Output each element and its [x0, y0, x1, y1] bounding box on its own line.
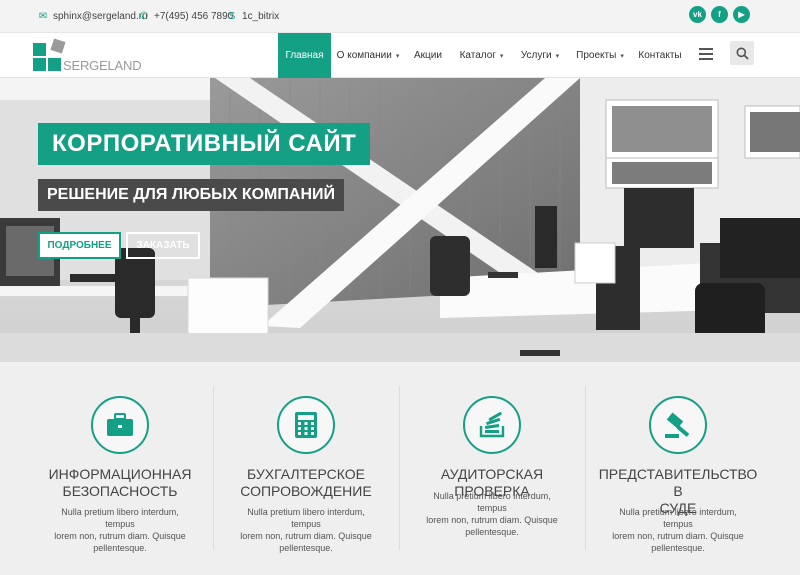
chevron-down-icon: ▾ — [620, 52, 624, 60]
text-line: lorem non, rutrum diam. Quisque — [426, 515, 558, 525]
nav-label: О компании — [336, 50, 392, 61]
facebook-label: f — [718, 10, 721, 19]
envelope-icon: ✉ — [38, 11, 48, 22]
text-line: lorem non, rutrum diam. Quisque — [612, 531, 744, 541]
service-item-accounting[interactable]: БУХГАЛТЕРСКОЕ СОПРОВОЖДЕНИЕ Nulla pretiu… — [213, 362, 399, 575]
briefcase-icon — [91, 396, 149, 454]
nav-item-home[interactable]: Главная — [278, 33, 331, 78]
search-button[interactable] — [730, 41, 754, 65]
hero-office-image — [0, 78, 800, 362]
text-line: Nulla pretium libero interdum, tempus — [61, 507, 179, 529]
nav-item-promotions[interactable]: Акции — [407, 33, 449, 78]
phone-icon: ✆ — [139, 11, 149, 22]
nav-item-catalog[interactable]: Каталог ▾ — [453, 33, 510, 78]
vk-icon[interactable]: vk — [689, 6, 706, 23]
nav-label: Контакты — [638, 50, 682, 61]
title-line: ПРЕДСТАВИТЕЛЬСТВО В — [598, 466, 758, 499]
service-title: БУХГАЛТЕРСКОЕ СОПРОВОЖДЕНИЕ — [223, 466, 389, 500]
more-button[interactable]: ПОДРОБНЕЕ — [38, 232, 121, 259]
title-line: БЕЗОПАСНОСТЬ — [62, 483, 178, 499]
nav-item-services[interactable]: Услуги ▾ — [514, 33, 566, 78]
services-section: ИНФОРМАЦИОННАЯ БЕЗОПАСНОСТЬ Nulla pretiu… — [0, 362, 800, 575]
nav-label: Акции — [414, 50, 442, 61]
nav-label: Услуги — [520, 50, 552, 61]
nav-label: Каталог — [459, 50, 496, 61]
chevron-down-icon: ▾ — [499, 52, 504, 60]
nav-item-projects[interactable]: Проекты ▾ — [570, 33, 630, 78]
service-item-security[interactable]: ИНФОРМАЦИОННАЯ БЕЗОПАСНОСТЬ Nulla pretiu… — [27, 362, 213, 575]
youtube-label: ▶ — [738, 10, 745, 19]
phone-text: +7(495) 456 7890 — [154, 11, 234, 22]
text-line: pellentesque. — [465, 527, 519, 537]
text-line: Nulla pretium libero interdum, tempus — [433, 491, 551, 513]
youtube-icon[interactable]: ▶ — [733, 6, 750, 23]
logo-text: SERGELAND — [63, 58, 142, 73]
service-text: Nulla pretium libero interdum, tempus lo… — [235, 506, 377, 554]
chevron-down-icon: ▾ — [555, 52, 560, 60]
contact-skype[interactable]: S 1c_bitrix — [227, 11, 280, 22]
order-button[interactable]: ЗАКАЗАТЬ — [126, 232, 200, 259]
text-line: pellentesque. — [279, 543, 333, 553]
service-title: ИНФОРМАЦИОННАЯ БЕЗОПАСНОСТЬ — [37, 466, 203, 500]
service-item-court[interactable]: ПРЕДСТАВИТЕЛЬСТВО В СУДЕ Nulla pretium l… — [585, 362, 771, 575]
title-line: ИНФОРМАЦИОННАЯ — [48, 466, 192, 482]
vk-label: vk — [693, 10, 702, 19]
hamburger-icon[interactable] — [699, 48, 713, 60]
text-line: Nulla pretium libero interdum, tempus — [247, 507, 365, 529]
nav-label: Главная — [285, 50, 324, 61]
skype-text: 1c_bitrix — [242, 11, 280, 22]
stack-icon — [463, 396, 521, 454]
chevron-down-icon: ▾ — [395, 52, 400, 60]
hero-subtitle: РЕШЕНИЕ ДЛЯ ЛЮБЫХ КОМПАНИЙ — [38, 179, 344, 211]
service-item-audit[interactable]: АУДИТОРСКАЯ ПРОВЕРКА Nulla pretium liber… — [399, 362, 585, 575]
title-line: СОПРОВОЖДЕНИЕ — [240, 483, 372, 499]
top-bar: ✉ sphinx@sergeland.ru ✆ +7(495) 456 7890… — [0, 0, 800, 33]
service-text: Nulla pretium libero interdum, tempus lo… — [421, 490, 563, 538]
text-line: pellentesque. — [651, 543, 705, 553]
hero-title: КОРПОРАТИВНЫЙ САЙТ — [38, 123, 371, 165]
text-line: pellentesque. — [93, 543, 147, 553]
gavel-icon — [649, 396, 707, 454]
calculator-icon — [277, 396, 335, 454]
nav-item-about[interactable]: О компании ▾ — [333, 33, 403, 78]
search-icon — [736, 47, 749, 60]
skype-icon: S — [228, 11, 236, 22]
nav-item-contacts[interactable]: Контакты — [634, 33, 686, 78]
text-line: Nulla pretium libero interdum, tempus — [619, 507, 737, 529]
service-text: Nulla pretium libero interdum, tempus lo… — [49, 506, 191, 554]
contact-email[interactable]: ✉ sphinx@sergeland.ru — [38, 11, 148, 22]
text-line: lorem non, rutrum diam. Quisque — [240, 531, 372, 541]
text-line: lorem non, rutrum diam. Quisque — [54, 531, 186, 541]
email-text: sphinx@sergeland.ru — [53, 11, 148, 22]
hero-slider: КОРПОРАТИВНЫЙ САЙТ РЕШЕНИЕ ДЛЯ ЛЮБЫХ КОМ… — [0, 78, 800, 362]
nav-label: Проекты — [576, 50, 617, 61]
facebook-icon[interactable]: f — [711, 6, 728, 23]
title-line: БУХГАЛТЕРСКОЕ — [247, 466, 365, 482]
service-text: Nulla pretium libero interdum, tempus lo… — [607, 506, 749, 554]
contact-phone[interactable]: ✆ +7(495) 456 7890 — [139, 11, 233, 22]
